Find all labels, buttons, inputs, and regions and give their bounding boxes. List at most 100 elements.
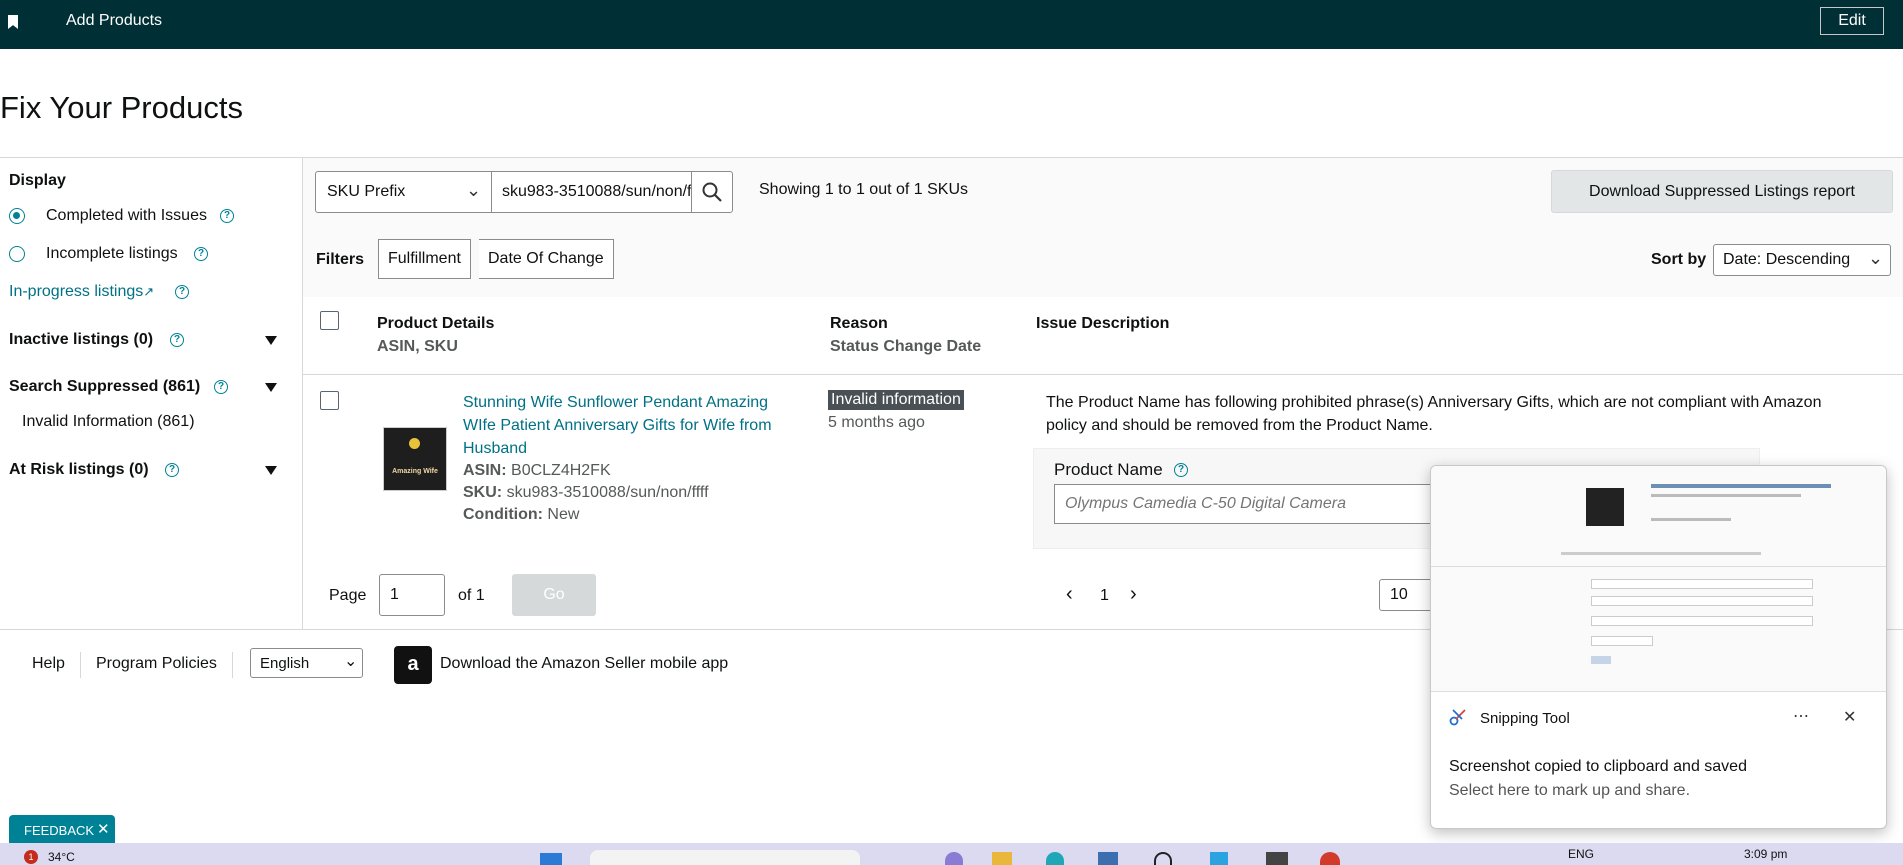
start-icon[interactable] (540, 853, 562, 865)
help-icon[interactable]: ? (170, 333, 184, 347)
edit-button[interactable]: Edit (1820, 7, 1884, 35)
chevron-down-icon: ⌄ (1868, 248, 1884, 268)
thumbnail-image (1586, 488, 1624, 526)
app-icon[interactable] (1046, 852, 1064, 865)
page-input[interactable] (379, 574, 445, 616)
radio-incomplete[interactable] (9, 246, 25, 262)
help-link[interactable]: Help (32, 655, 65, 673)
help-icon[interactable]: ? (214, 380, 228, 394)
top-bar: Add Products Edit (0, 0, 1903, 49)
download-report-button[interactable]: Download Suppressed Listings report (1551, 170, 1893, 213)
product-title-link[interactable]: Stunning Wife Sunflower Pendant Amazing … (463, 391, 772, 460)
language-value: English (260, 655, 310, 672)
search-input[interactable]: sku983-3510088/sun/non/ffff (491, 171, 692, 213)
top-bar-title: Add Products (66, 12, 163, 29)
product-title-line[interactable]: Husband (463, 437, 772, 460)
issue-description: The Product Name has following prohibite… (1046, 391, 1821, 437)
thumbnail-line (1651, 484, 1831, 488)
search-button[interactable] (691, 171, 733, 213)
app-icon[interactable] (1098, 852, 1118, 865)
help-icon[interactable]: ? (175, 285, 189, 299)
product-name-label: Product Name (1054, 460, 1163, 479)
taskbar-search-box[interactable] (590, 850, 860, 865)
inprogress-link-label[interactable]: In-progress listings (9, 283, 143, 300)
col-reason: Reason (830, 315, 888, 332)
display-label: Display (9, 172, 66, 189)
language-select[interactable]: English ⌄ (250, 648, 363, 678)
inprogress-link[interactable]: In-progress listings↗ (9, 283, 154, 301)
thumbnail-field (1591, 636, 1653, 646)
inactive-listings[interactable]: Inactive listings (0) (9, 331, 153, 349)
help-icon[interactable]: ? (220, 209, 234, 223)
notification-badge: 1 (24, 850, 38, 864)
search-suppressed[interactable]: Search Suppressed (861) (9, 378, 200, 396)
sku-prefix-select[interactable]: SKU Prefix ⌄ (315, 171, 492, 213)
feedback-tab[interactable]: FEEDBACK ✕ (9, 815, 115, 843)
bookmark-icon[interactable] (8, 15, 18, 29)
sku-value: sku983-3510088/sun/non/ffff (506, 484, 709, 501)
current-page[interactable]: 1 (1100, 587, 1109, 605)
weather-text[interactable]: 34°C (48, 850, 75, 864)
col-asin-sku: ASIN, SKU (377, 338, 458, 355)
app-icon[interactable] (1154, 852, 1172, 865)
product-title-line[interactable]: Stunning Wife Sunflower Pendant Amazing (463, 391, 772, 414)
table-header (303, 297, 1903, 375)
app-icon[interactable] (945, 852, 963, 865)
taskbar: 1 34°C ENG 3:09 pm (0, 843, 1903, 865)
external-link-icon: ↗ (143, 284, 155, 299)
snipping-app-name: Snipping Tool (1480, 710, 1570, 727)
fulfillment-filter-button[interactable]: Fulfillment (378, 239, 471, 279)
clock[interactable]: 3:09 pm (1744, 847, 1787, 861)
sku-label: SKU: (463, 484, 503, 501)
thumbnail-line (1651, 518, 1731, 521)
seller-app-icon[interactable]: a (394, 646, 432, 684)
product-image[interactable]: Amazing Wife (383, 427, 447, 491)
sort-by-label: Sort by (1651, 251, 1707, 268)
expand-triangle-icon[interactable] (265, 383, 277, 392)
close-icon[interactable]: ✕ (97, 820, 110, 838)
screenshot-thumbnail[interactable] (1431, 466, 1886, 692)
row-checkbox[interactable] (320, 391, 339, 410)
per-page-select[interactable]: 10 (1379, 579, 1434, 611)
product-name-input[interactable] (1054, 484, 1474, 524)
radio-incomplete-label[interactable]: Incomplete listings (46, 245, 178, 263)
next-page-icon[interactable]: › (1130, 583, 1137, 606)
app-icon[interactable] (1320, 852, 1340, 865)
asin-label: ASIN: (463, 462, 507, 479)
col-issue-description: Issue Description (1036, 315, 1170, 332)
chevron-down-icon: ⌄ (466, 180, 482, 200)
sort-select[interactable]: Date: Descending ⌄ (1713, 244, 1891, 276)
close-icon[interactable]: ✕ (1843, 707, 1856, 727)
expand-triangle-icon[interactable] (265, 466, 277, 475)
program-policies-link[interactable]: Program Policies (96, 655, 217, 673)
select-all-checkbox[interactable] (320, 311, 339, 330)
prev-page-icon[interactable]: ‹ (1066, 583, 1073, 606)
help-icon[interactable]: ? (194, 247, 208, 261)
snipping-tool-notification[interactable]: Snipping Tool ⋯ ✕ Screenshot copied to c… (1430, 465, 1887, 829)
feedback-label[interactable]: FEEDBACK (24, 823, 94, 838)
expand-triangle-icon[interactable] (265, 336, 277, 345)
snipping-message: Screenshot copied to clipboard and saved (1449, 758, 1747, 775)
help-icon[interactable]: ? (1174, 463, 1188, 477)
app-icon[interactable] (1210, 852, 1228, 865)
thumbnail-field (1591, 596, 1813, 606)
app-icon[interactable] (1266, 852, 1288, 865)
product-title-line[interactable]: WIfe Patient Anniversary Gifts for Wife … (463, 414, 772, 437)
radio-completed[interactable] (9, 208, 25, 224)
thumbnail-line (1651, 494, 1801, 497)
issue-line: policy and should be removed from the Pr… (1046, 417, 1433, 434)
language-indicator[interactable]: ENG (1568, 847, 1594, 861)
folder-icon[interactable] (992, 852, 1012, 865)
suppressed-invalid-item[interactable]: Invalid Information (861) (22, 413, 195, 431)
condition-value: New (547, 506, 580, 523)
go-button[interactable]: Go (512, 574, 596, 616)
at-risk-listings[interactable]: At Risk listings (0) (9, 461, 149, 479)
page-title: Fix Your Products (0, 90, 243, 125)
thumbnail-field (1591, 579, 1813, 589)
condition-label: Condition: (463, 506, 543, 523)
download-app-link[interactable]: Download the Amazon Seller mobile app (440, 655, 728, 673)
more-options-icon[interactable]: ⋯ (1793, 706, 1809, 726)
help-icon[interactable]: ? (165, 463, 179, 477)
radio-completed-label[interactable]: Completed with Issues (46, 207, 207, 225)
date-change-filter-button[interactable]: Date Of Change (479, 239, 614, 279)
